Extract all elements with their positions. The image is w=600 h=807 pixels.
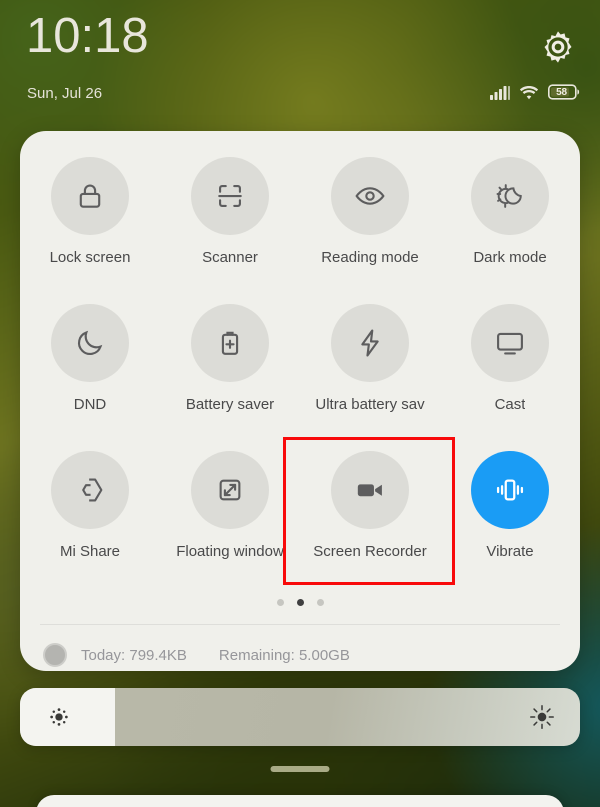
tile-label: Vibrate	[486, 543, 534, 560]
data-usage-remaining-label: Remaining: 5.00GB	[218, 646, 350, 664]
camcorder-icon	[357, 484, 382, 497]
gear-icon[interactable]	[538, 27, 578, 67]
tile-reading-mode[interactable]: Reading mode	[300, 153, 440, 300]
lock-icon	[79, 184, 101, 208]
vibrate-icon	[496, 479, 524, 501]
tile-label: Floating window	[176, 543, 284, 560]
brightness-slider[interactable]	[20, 688, 580, 746]
lightning-bolt-icon	[361, 329, 379, 357]
signal-bars-icon	[490, 85, 510, 100]
tile-label: Ultra battery sav	[315, 396, 425, 413]
battery-plus-icon	[221, 331, 239, 355]
tile-label: Reading mode	[321, 249, 419, 266]
moon-icon	[78, 330, 103, 355]
tile-label: Screen Recorder	[313, 543, 427, 560]
wifi-icon	[519, 85, 539, 99]
tile-lock-screen[interactable]: Lock screen	[20, 153, 160, 300]
tile-row: Mi Share Floating window Screen Recorder…	[20, 447, 580, 594]
tile-row: Lock screen Scanner Reading mode Dark mo…	[20, 153, 580, 300]
tile-cast[interactable]: Cast	[440, 300, 580, 447]
tile-label: DND	[73, 396, 107, 413]
home-indicator	[270, 766, 330, 772]
tile-label: Mi Share	[59, 543, 121, 560]
notification-card-peek[interactable]	[36, 795, 564, 807]
status-bar: 10:18 Sun, Jul 26 58	[0, 0, 600, 131]
floating-window-icon	[219, 479, 241, 501]
tile-label: Battery saver	[185, 396, 275, 413]
clock: 10:18	[26, 9, 149, 63]
tile-screen-recorder[interactable]: Screen Recorder	[300, 447, 440, 594]
battery-icon: 58	[548, 84, 580, 100]
page-dot-3[interactable]	[316, 599, 324, 606]
tile-label: Cast	[494, 396, 526, 413]
data-usage-indicator-icon	[43, 643, 67, 667]
tile-dark-mode[interactable]: Dark mode	[440, 153, 580, 300]
eye-icon	[355, 187, 385, 205]
status-icon-group: 58	[490, 84, 580, 100]
tile-dnd[interactable]: DND	[20, 300, 160, 447]
mi-share-icon	[82, 478, 103, 502]
quick-settings-panel: Lock screen Scanner Reading mode Dark mo…	[20, 131, 580, 671]
quick-settings-tile-grid: Lock screen Scanner Reading mode Dark mo…	[20, 153, 580, 594]
tile-battery-saver[interactable]: Battery saver	[160, 300, 300, 447]
scanner-frame-icon	[218, 185, 242, 207]
data-usage-today-label: Today: 799.4KB	[81, 646, 187, 664]
tile-vibrate[interactable]: Vibrate	[440, 447, 580, 594]
brightness-low-icon	[50, 708, 68, 726]
page-dot-1[interactable]	[276, 599, 284, 606]
page-dot-2[interactable]	[296, 599, 304, 606]
data-usage-row[interactable]: Today: 799.4KB Remaining: 5.00GB	[43, 639, 350, 671]
sun-moon-icon	[496, 184, 522, 208]
monitor-icon	[497, 332, 523, 355]
battery-percent-label: 58	[556, 86, 567, 98]
page-indicator-dots	[20, 599, 580, 606]
tile-label: Scanner	[202, 249, 258, 266]
brightness-high-icon	[530, 705, 554, 729]
tile-scanner[interactable]: Scanner	[160, 153, 300, 300]
divider	[40, 624, 560, 625]
tile-mi-share[interactable]: Mi Share	[20, 447, 160, 594]
tile-ultra-battery-saver[interactable]: Ultra battery sav	[300, 300, 440, 447]
tile-row: DND Battery saver Ultra battery sav Cast	[20, 300, 580, 447]
tile-floating-window[interactable]: Floating window	[160, 447, 300, 594]
tile-label: Lock screen	[49, 249, 131, 266]
tile-label: Dark mode	[473, 249, 547, 266]
date-label: Sun, Jul 26	[27, 85, 103, 102]
